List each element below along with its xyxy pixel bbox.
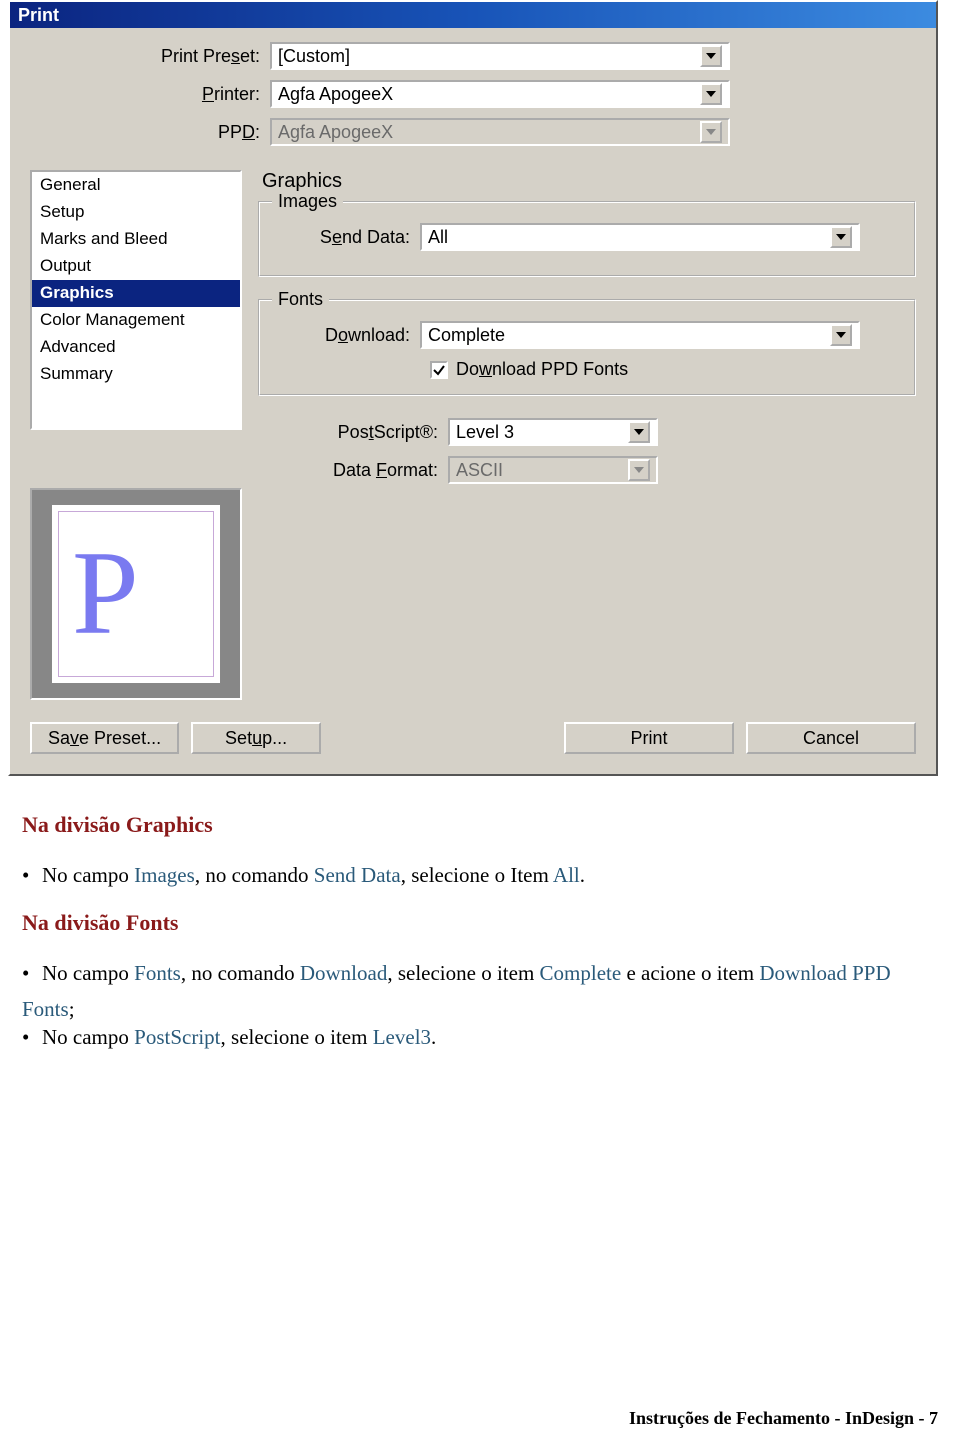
download-label: Download: — [270, 325, 420, 346]
ppd-label: PPD: — [30, 122, 270, 143]
print-preset-dropdown[interactable]: [Custom] — [270, 42, 730, 70]
panel-color-management[interactable]: Color Management — [32, 307, 240, 334]
data-format-label: Data Format: — [258, 460, 448, 481]
panel-general[interactable]: General — [32, 172, 240, 199]
dropdown-arrow-icon — [628, 459, 650, 481]
dropdown-arrow-icon[interactable] — [830, 324, 852, 346]
save-preset-button[interactable]: Save Preset... — [30, 722, 179, 754]
printer-label: Printer: — [30, 84, 270, 105]
dropdown-arrow-icon[interactable] — [700, 83, 722, 105]
heading-fonts: Na divisão Fonts — [22, 910, 938, 936]
dropdown-arrow-icon[interactable] — [830, 226, 852, 248]
download-dropdown[interactable]: Complete — [420, 321, 860, 349]
fonts-legend: Fonts — [272, 289, 329, 310]
page-preview: P — [30, 488, 242, 700]
send-data-value: All — [428, 227, 448, 248]
print-preset-value: [Custom] — [278, 46, 350, 67]
panel-listbox[interactable]: General Setup Marks and Bleed Output Gra… — [30, 170, 242, 430]
cancel-button[interactable]: Cancel — [746, 722, 916, 754]
document-text: Na divisão Graphics • No campo Images, n… — [0, 776, 960, 1054]
ppd-dropdown: Agfa ApogeeX — [270, 118, 730, 146]
print-dialog: Print Print Preset: [Custom] Printer: Ag… — [8, 0, 938, 776]
send-data-label: Send Data: — [270, 227, 420, 248]
bullet-1: • No campo Images, no comando Send Data,… — [22, 860, 938, 892]
images-legend: Images — [272, 191, 343, 212]
ppd-value: Agfa ApogeeX — [278, 122, 393, 143]
printer-value: Agfa ApogeeX — [278, 84, 393, 105]
fonts-group: Fonts Download: Complete Download PPD Fo… — [258, 299, 916, 396]
panel-setup[interactable]: Setup — [32, 199, 240, 226]
panel-summary[interactable]: Summary — [32, 361, 240, 388]
panel-graphics[interactable]: Graphics — [32, 280, 240, 307]
postscript-value: Level 3 — [456, 422, 514, 443]
postscript-label: PostScript®: — [258, 422, 448, 443]
setup-button[interactable]: Setup... — [191, 722, 321, 754]
download-ppd-fonts-label: Download PPD Fonts — [456, 359, 628, 380]
page-footer: Instruções de Fechamento - InDesign - 7 — [629, 1408, 938, 1429]
dropdown-arrow-icon[interactable] — [700, 45, 722, 67]
data-format-value: ASCII — [456, 460, 503, 481]
dropdown-arrow-icon[interactable] — [628, 421, 650, 443]
send-data-dropdown[interactable]: All — [420, 223, 860, 251]
panel-advanced[interactable]: Advanced — [32, 334, 240, 361]
panel-output[interactable]: Output — [32, 253, 240, 280]
top-fields: Print Preset: [Custom] Printer: Agfa Apo… — [10, 28, 936, 164]
print-preset-label: Print Preset: — [30, 46, 270, 67]
bullet-2: • No campo Fonts, no comando Download, s… — [22, 958, 938, 990]
download-ppd-fonts-checkbox[interactable] — [430, 361, 448, 379]
print-button[interactable]: Print — [564, 722, 734, 754]
panel-marks-and-bleed[interactable]: Marks and Bleed — [32, 226, 240, 253]
preview-letter: P — [72, 533, 139, 653]
bullet-3: • No campo PostScript, selecione o item … — [22, 1022, 938, 1054]
printer-dropdown[interactable]: Agfa ApogeeX — [270, 80, 730, 108]
dialog-title: Print — [10, 2, 936, 28]
images-group: Images Send Data: All — [258, 201, 916, 277]
section-title: Graphics — [262, 170, 916, 193]
heading-graphics: Na divisão Graphics — [22, 812, 938, 838]
bullet-2-cont: Fonts; — [22, 997, 938, 1022]
dropdown-arrow-icon — [700, 121, 722, 143]
data-format-dropdown: ASCII — [448, 456, 658, 484]
download-value: Complete — [428, 325, 505, 346]
postscript-dropdown[interactable]: Level 3 — [448, 418, 658, 446]
